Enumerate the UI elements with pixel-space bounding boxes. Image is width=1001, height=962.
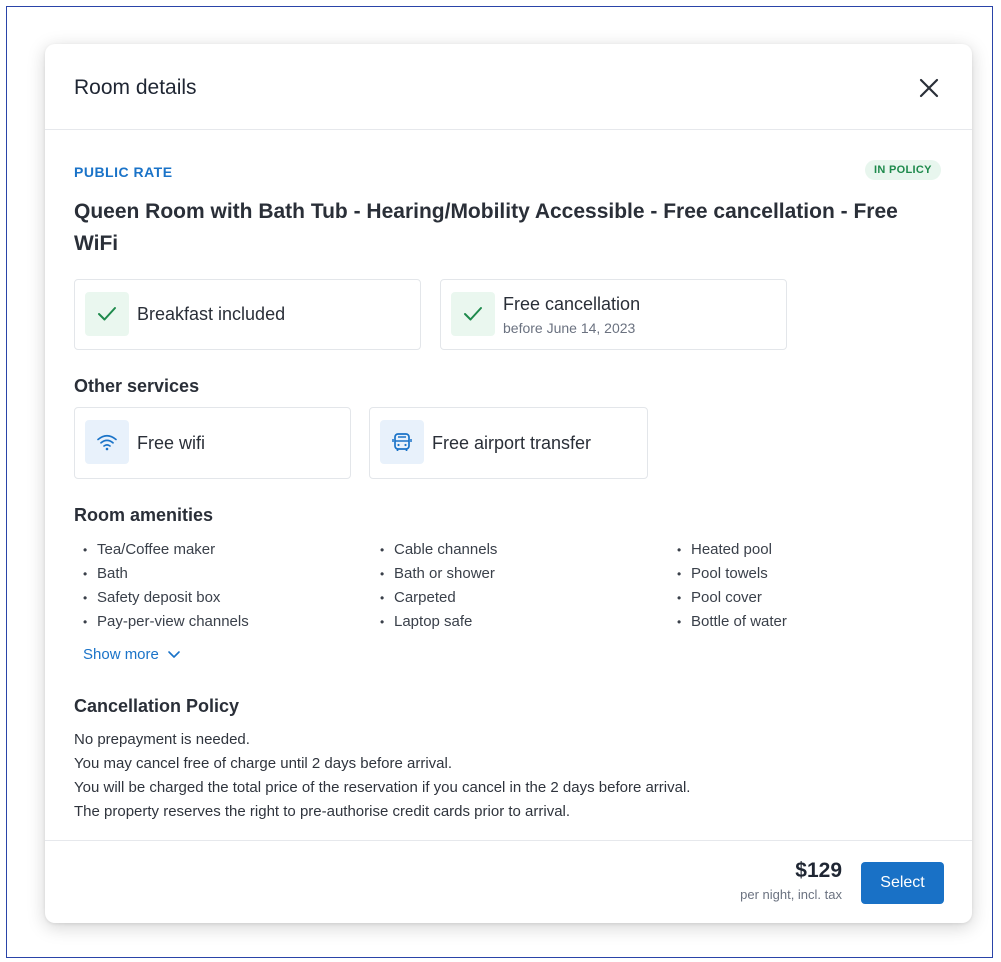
check-icon-box: [451, 292, 495, 336]
highlight-card-cancellation: Free cancellation before June 14, 2023: [440, 279, 787, 350]
amenity-item: Bath or shower: [380, 562, 497, 586]
shuttle-icon-box: [380, 420, 424, 464]
modal-footer: $129 per night, incl. tax Select: [45, 840, 972, 923]
room-details-modal: Room details PUBLIC RATE IN POLICY Queen…: [45, 44, 972, 923]
amenity-item: Cable channels: [380, 538, 497, 562]
amenity-item: Heated pool: [677, 538, 787, 562]
amenities-column-3: Heated pool Pool towels Pool cover Bottl…: [677, 538, 787, 634]
cancellation-policy-text: No prepayment is needed. You may cancel …: [74, 728, 690, 824]
highlight-sublabel: before June 14, 2023: [503, 320, 636, 336]
service-label: Free airport transfer: [432, 433, 592, 453]
show-more-label: Show more: [83, 646, 159, 663]
policy-line: No prepayment is needed.: [74, 731, 250, 748]
policy-line: You will be charged the total price of t…: [74, 779, 691, 796]
amenity-item: Laptop safe: [380, 610, 497, 634]
room-amenities-title: Room amenities: [74, 505, 214, 525]
service-card-wifi: Free wifi: [74, 407, 351, 479]
amenity-item: Safety deposit box: [83, 586, 249, 610]
highlight-card-breakfast: Breakfast included: [74, 279, 421, 350]
check-icon-box: [85, 292, 129, 336]
amenity-item: Pay-per-view channels: [83, 610, 249, 634]
policy-line: The property reserves the right to pre-a…: [74, 803, 571, 820]
amenity-item: Pool towels: [677, 562, 787, 586]
check-icon: [98, 307, 116, 321]
select-button[interactable]: Select: [861, 862, 944, 904]
amenity-item: Bottle of water: [677, 610, 787, 634]
service-label: Free wifi: [137, 433, 206, 453]
service-card-airport-transfer: Free airport transfer: [369, 407, 648, 479]
price-note: per night, incl. tax: [740, 887, 842, 902]
rate-label: PUBLIC RATE: [74, 164, 173, 180]
amenities-column-1: Tea/Coffee maker Bath Safety deposit box…: [83, 538, 249, 634]
amenity-item: Bath: [83, 562, 249, 586]
check-icon: [464, 307, 482, 321]
shuttle-icon: [392, 433, 412, 451]
show-more-button[interactable]: Show more: [83, 646, 181, 663]
in-policy-badge: IN POLICY: [865, 160, 941, 180]
highlight-label: Free cancellation: [503, 294, 641, 314]
close-icon: [919, 78, 939, 98]
wifi-icon: [97, 434, 117, 451]
room-title: Queen Room with Bath Tub - Hearing/Mobil…: [74, 200, 898, 255]
policy-line: You may cancel free of charge until 2 da…: [74, 755, 452, 772]
amenity-item: Pool cover: [677, 586, 787, 610]
cancellation-policy-title: Cancellation Policy: [74, 696, 240, 716]
modal-title: Room details: [74, 76, 197, 99]
chevron-down-icon: [168, 650, 180, 658]
highlight-label: Breakfast included: [137, 304, 286, 324]
other-services-title: Other services: [74, 376, 200, 396]
amenities-column-2: Cable channels Bath or shower Carpeted L…: [380, 538, 497, 634]
wifi-icon-box: [85, 420, 129, 464]
modal-header: Room details: [45, 44, 972, 130]
amenity-item: Tea/Coffee maker: [83, 538, 249, 562]
price-value: $129: [795, 859, 842, 882]
amenity-item: Carpeted: [380, 586, 497, 610]
close-button[interactable]: [915, 74, 943, 102]
